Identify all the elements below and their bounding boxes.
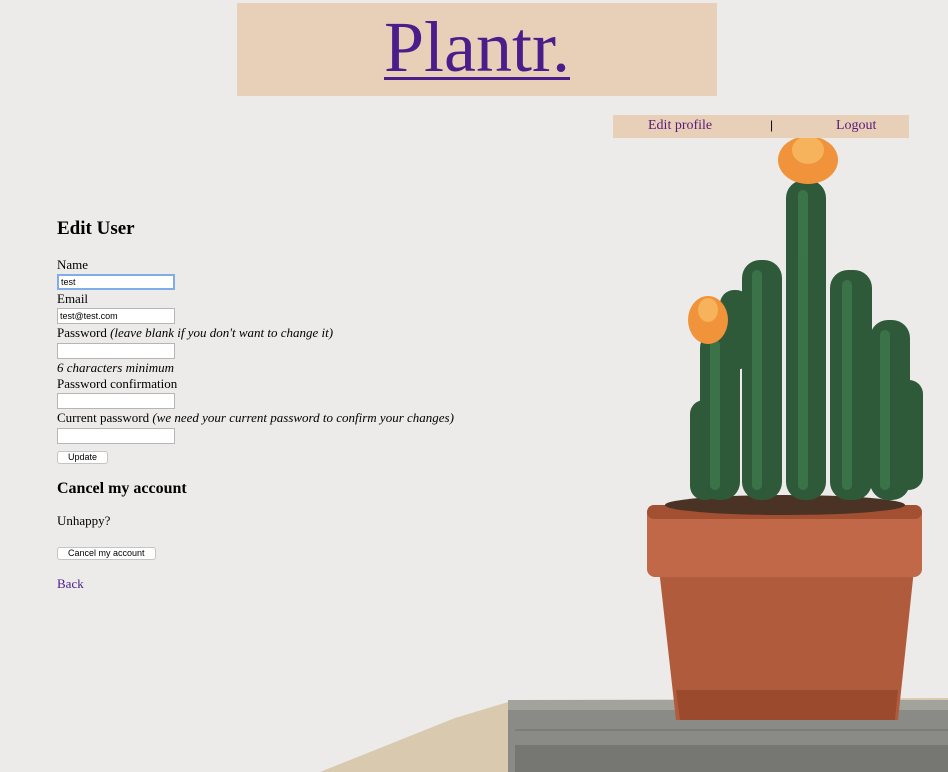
unhappy-text: Unhappy?	[57, 513, 111, 528]
site-banner: Plantr.	[237, 3, 717, 96]
name-label: Name	[57, 257, 89, 272]
top-nav: Edit profile | Logout	[613, 115, 909, 138]
current-password-label-row: Current password (we need your current p…	[57, 410, 477, 426]
update-button[interactable]: Update	[57, 451, 109, 464]
edit-user-heading: Edit User	[57, 218, 135, 239]
edit-profile-link[interactable]: Edit profile	[648, 118, 712, 134]
email-label: Email	[57, 291, 89, 306]
back-link[interactable]: Back	[57, 576, 84, 591]
password-hint: 6 characters minimum	[57, 360, 174, 375]
email-field[interactable]: test@test.com	[57, 308, 175, 324]
password-note: (leave blank if you don't want to change…	[110, 325, 334, 340]
cancel-account-button[interactable]: Cancel my account	[57, 547, 156, 560]
current-password-note: (we need your current password to confir…	[152, 410, 454, 425]
logout-link[interactable]: Logout	[836, 118, 876, 134]
password-label-row: Password (leave blank if you don't want …	[57, 325, 477, 341]
current-password-field[interactable]	[57, 428, 175, 444]
name-field[interactable]: test	[57, 274, 175, 290]
current-password-label: Current password	[57, 410, 150, 425]
nav-separator: |	[770, 118, 774, 132]
brand-logo-link[interactable]: Plantr.	[384, 4, 570, 90]
password-confirmation-field[interactable]	[57, 393, 175, 409]
password-confirmation-label: Password confirmation	[57, 376, 178, 391]
cancel-account-heading: Cancel my account	[57, 480, 187, 497]
edit-user-section: Edit User Name test Email test@test.com …	[57, 218, 477, 593]
password-field[interactable]	[57, 343, 175, 359]
password-label: Password	[57, 325, 107, 340]
